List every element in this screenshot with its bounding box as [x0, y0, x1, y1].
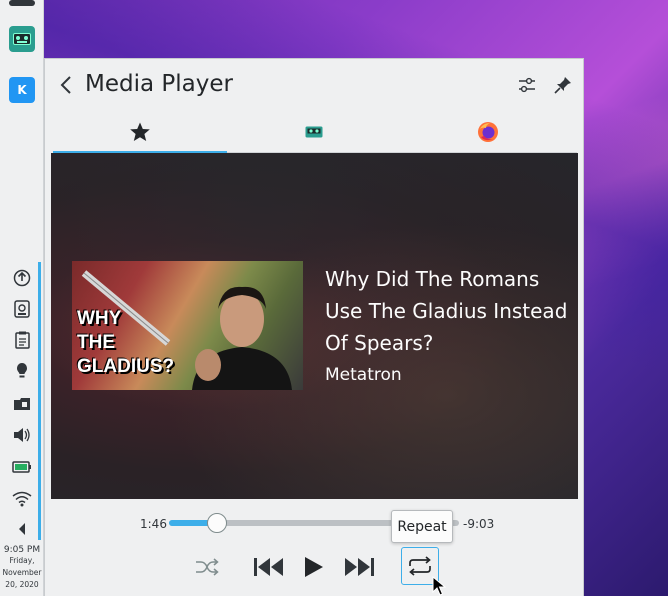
- tape-icon: [305, 126, 323, 138]
- next-icon: [345, 558, 374, 576]
- configure-button[interactable]: [515, 73, 539, 97]
- pin-icon: [554, 77, 571, 94]
- now-playing-area: WHY THE GLADIUS? Why Did The Romans Use …: [51, 153, 578, 499]
- configure-icon: [519, 77, 535, 93]
- battery-icon[interactable]: [10, 455, 34, 479]
- thumbnail-caption: WHY THE GLADIUS?: [77, 307, 174, 379]
- digital-clock[interactable]: 9:05 PM Friday, November 20, 2020: [0, 545, 44, 591]
- shuffle-icon: [196, 558, 219, 576]
- left-panel: K 9:05 PM Friday, November 20, 2020: [0, 0, 44, 596]
- panel-task-partial[interactable]: [8, 0, 36, 6]
- shuffle-button[interactable]: [189, 549, 225, 585]
- notification-icon[interactable]: [10, 359, 34, 383]
- thumbnail-presenter-image: [192, 286, 292, 390]
- expand-tray-icon[interactable]: [10, 517, 34, 541]
- pin-button[interactable]: [551, 73, 575, 97]
- play-button[interactable]: [295, 549, 331, 585]
- star-icon: [130, 122, 150, 141]
- thumbnail-caption-line3: GLADIUS?: [77, 356, 175, 377]
- previous-track-button[interactable]: [251, 549, 287, 585]
- tab-firefox[interactable]: [401, 111, 575, 153]
- tray-expanded-indicator: [38, 262, 41, 540]
- popup-header: Media Player: [45, 59, 583, 111]
- vault-icon[interactable]: [10, 391, 34, 415]
- kde-connect-task[interactable]: K: [8, 76, 36, 104]
- clock-date-line1: November: [2, 568, 42, 577]
- previous-icon: [254, 558, 283, 576]
- mouse-cursor-icon: [432, 576, 446, 596]
- play-icon: [305, 557, 323, 577]
- network-icon[interactable]: [10, 487, 34, 511]
- tape-icon: [9, 26, 35, 52]
- back-button[interactable]: [55, 73, 77, 97]
- seek-handle[interactable]: [207, 513, 227, 533]
- firefox-icon: [478, 122, 498, 142]
- tab-tape-player[interactable]: [227, 111, 401, 153]
- clipboard-icon[interactable]: [10, 328, 34, 352]
- disk-icon[interactable]: [10, 297, 34, 321]
- media-player-popup: Media Player WHY THE GLADIUS? Why Did Th…: [44, 58, 584, 596]
- popup-title: Media Player: [85, 71, 233, 97]
- volume-icon[interactable]: [10, 423, 34, 447]
- track-title: Why Did The Romans Use The Gladius Inste…: [325, 267, 568, 355]
- chevron-left-icon: [60, 76, 71, 94]
- next-track-button[interactable]: [341, 549, 377, 585]
- tab-favorites[interactable]: [53, 111, 227, 154]
- source-tabs: [53, 111, 577, 154]
- clock-time: 9:05 PM: [3, 545, 41, 555]
- track-artist: Metatron: [325, 365, 402, 385]
- repeat-icon: [409, 556, 431, 576]
- kde-connect-icon: K: [9, 77, 35, 103]
- elapsed-time: 1:46: [140, 517, 167, 531]
- clock-day: Friday,: [9, 556, 35, 565]
- tape-app-task[interactable]: [8, 25, 36, 53]
- clock-date-line2: 20, 2020: [5, 580, 39, 589]
- repeat-tooltip: Repeat: [391, 510, 453, 543]
- update-icon[interactable]: [10, 266, 34, 290]
- album-art: WHY THE GLADIUS?: [72, 261, 303, 390]
- thumbnail-caption-line2: THE: [77, 332, 115, 353]
- remaining-time: -9:03: [463, 517, 495, 531]
- thumbnail-caption-line1: WHY: [77, 308, 122, 329]
